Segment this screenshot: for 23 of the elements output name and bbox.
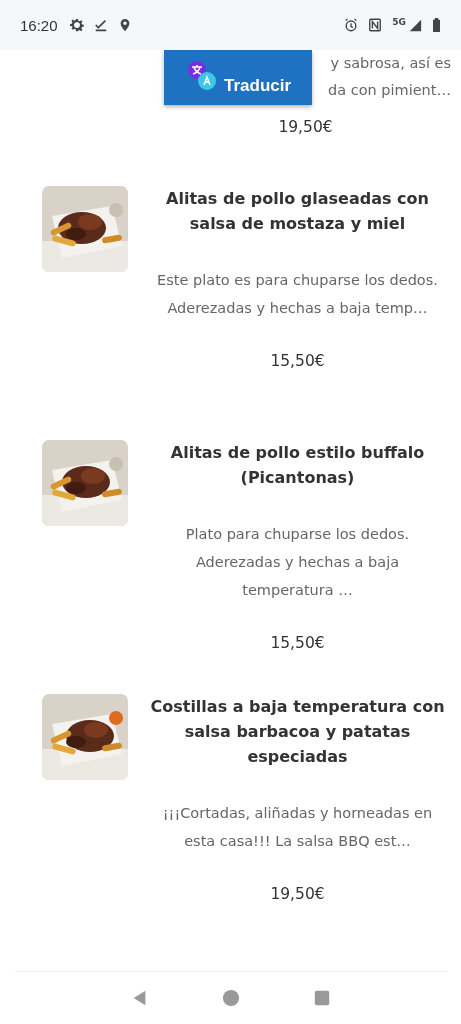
item-title[interactable]: Costillas a baja temperatura con salsa barbacoa y patatas especiadas bbox=[144, 694, 451, 769]
translate-icon bbox=[186, 60, 218, 92]
item-title[interactable]: Alitas de pollo estilo buffalo (Picantonas) bbox=[144, 440, 451, 490]
checkmark-icon bbox=[93, 18, 108, 32]
item-description: Este plato es para chuparse los dedos. Aderezadas y hechas a baja temp… bbox=[156, 271, 439, 318]
item-price: 19,50€ bbox=[269, 885, 326, 903]
item-description: ¡¡¡Cortadas, aliñadas y horneadas en esta casa!!! La salsa BBQ est… bbox=[161, 804, 434, 851]
network-label: 5G bbox=[392, 17, 406, 27]
alarm-clock-icon bbox=[344, 18, 359, 32]
recents-icon[interactable] bbox=[312, 989, 331, 1007]
item-description: Plato para chuparse los dedos. Aderezadas y hechas a baja temperatura … bbox=[184, 525, 411, 600]
clock-time: 16:20 bbox=[20, 16, 58, 34]
item-price: 19,50€ bbox=[277, 118, 334, 136]
nfc-icon bbox=[368, 18, 383, 32]
settings-icon bbox=[69, 18, 84, 32]
item-price: 15,50€ bbox=[269, 634, 326, 652]
signal-icon bbox=[408, 18, 422, 32]
home-icon[interactable] bbox=[221, 989, 240, 1007]
battery-icon bbox=[432, 18, 441, 32]
item-title[interactable]: Alitas de pollo glaseadas con salsa de mostaza y miel bbox=[144, 186, 451, 236]
item-description: y sabrosa, así es da con pimient… bbox=[327, 54, 452, 100]
translate-button[interactable]: Traducir bbox=[164, 50, 312, 105]
item-price: 15,50€ bbox=[269, 352, 326, 370]
